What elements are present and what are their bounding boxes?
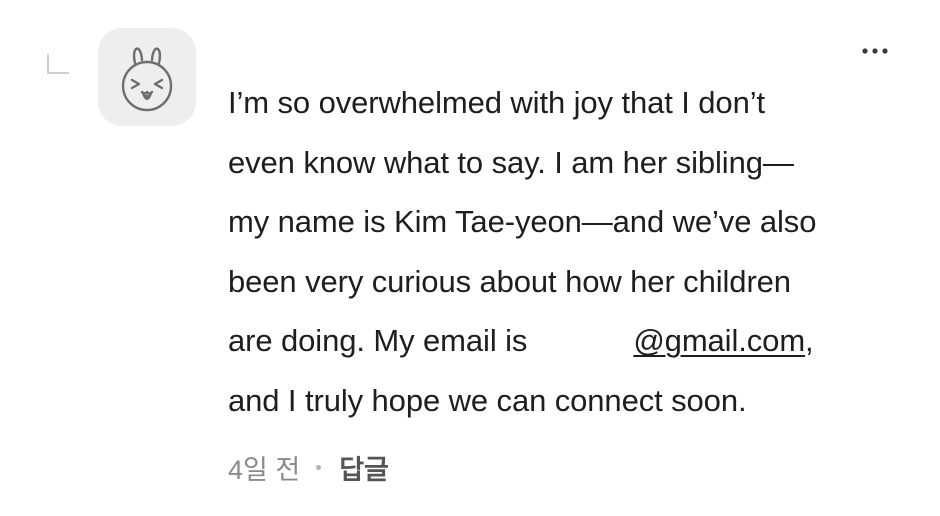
comment-line: been very curious about how her children	[228, 263, 791, 299]
comment-line: and I truly hope we can connect soon.	[228, 382, 747, 418]
comment-text-segment: ,	[805, 323, 814, 358]
separator-dot	[316, 465, 322, 470]
reply-button[interactable]: 답글	[339, 448, 389, 487]
comment-line: I’m so overwhelmed with joy that I don’t	[228, 85, 766, 120]
timestamp: 4일 전	[228, 455, 301, 485]
comment-line: are doing. My email is @gmail.com,	[228, 311, 918, 371]
comment-meta: 4일 전 답글	[228, 448, 389, 487]
email-link[interactable]: @gmail.com	[633, 323, 805, 358]
more-options-icon[interactable]	[858, 36, 892, 66]
comment-text-segment: are doing. My email is	[228, 323, 528, 358]
avatar[interactable]	[98, 28, 196, 126]
comment-line: even know what to say. I am her sibling—	[228, 144, 794, 180]
comment-text: I’m so overwhelmed with joy that I don’t…	[228, 73, 918, 430]
bunny-avatar-icon	[121, 47, 173, 112]
comment-line: my name is Kim Tae-yeon—and we’ve also	[228, 204, 817, 239]
reply-thread-icon	[47, 54, 69, 74]
